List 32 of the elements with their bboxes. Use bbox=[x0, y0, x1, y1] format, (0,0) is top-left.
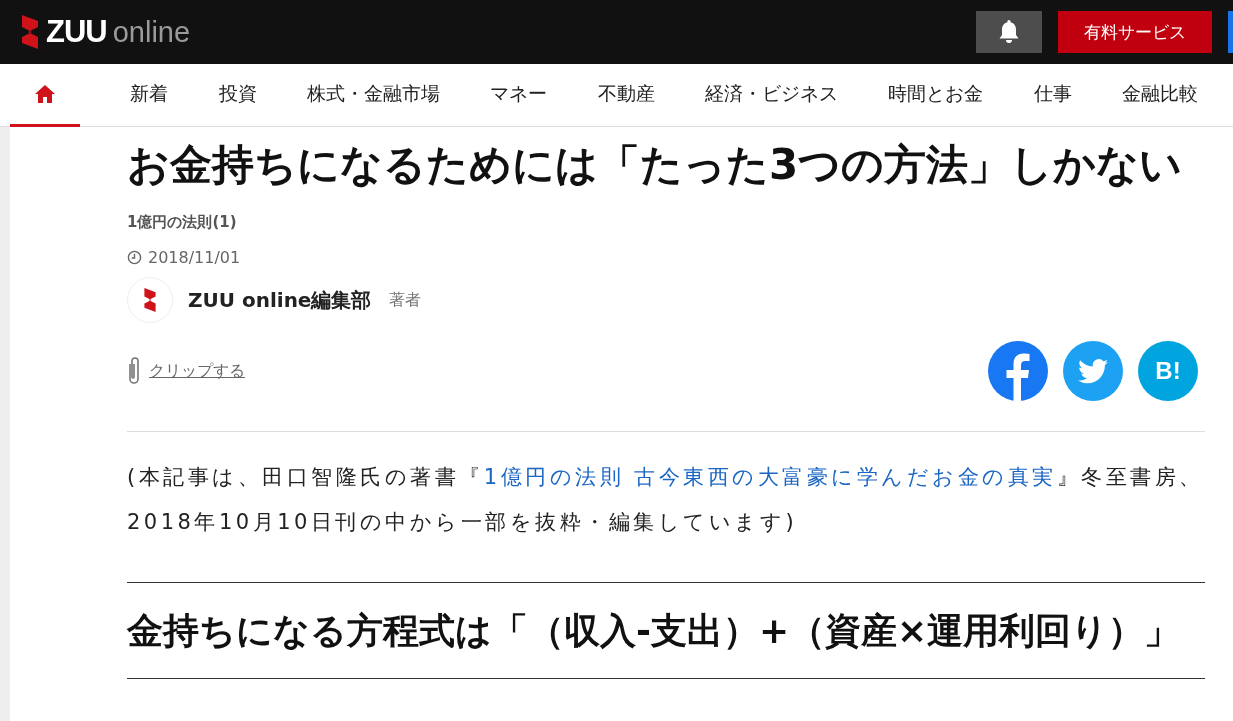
logo-text[interactable]: online bbox=[112, 15, 191, 49]
bell-icon bbox=[997, 19, 1021, 45]
series-name: 1億円の法則(1) bbox=[127, 213, 238, 232]
logo-text[interactable]: ZUU bbox=[46, 14, 107, 50]
facebook-icon bbox=[988, 341, 1048, 401]
intro-paragraph: (本記事は、田口智隆氏の著書『1億円の法則 古今東西の大富豪に学んだお金の真実』冬至書房、2018年10月10日刊の中から一部を抜粋・編集しています) bbox=[127, 464, 1205, 536]
nav-tab[interactable]: マネー bbox=[490, 64, 548, 127]
nav-tab[interactable]: 時間とお金 bbox=[888, 64, 984, 127]
facebook-share-button[interactable] bbox=[988, 341, 1048, 401]
nav-tab[interactable]: 金融比較 bbox=[1121, 64, 1198, 127]
notification-button[interactable] bbox=[976, 11, 1042, 53]
article-title: お金持ちになるためには「たった3つの方法」しかない bbox=[127, 139, 1184, 191]
author-role: 著者 bbox=[389, 289, 422, 311]
nav-tab[interactable]: 株式・金融市場 bbox=[307, 64, 440, 127]
nav-tab[interactable]: 経済・ビジネス bbox=[704, 64, 838, 127]
clip-link[interactable]: クリップする bbox=[149, 360, 245, 382]
nav-tab[interactable]: 不動産 bbox=[597, 64, 655, 127]
publish-date: 2018/11/01 bbox=[148, 248, 241, 267]
twitter-share-button[interactable] bbox=[1063, 341, 1123, 401]
paid-service-button[interactable]: 有料サービス bbox=[1058, 11, 1212, 53]
nav-tab[interactable]: 投資 bbox=[218, 64, 257, 127]
clock-icon bbox=[127, 250, 142, 265]
book-link[interactable]: 1億円の法則 古今東西の大富豪に学んだお金の真実 bbox=[483, 465, 1057, 489]
author-name[interactable]: ZUU online編集部 bbox=[188, 286, 372, 314]
home-icon bbox=[35, 85, 55, 103]
section-heading: 金持ちになる方程式は「（収入-支出）+（資産×運用利回り）」 bbox=[127, 609, 1182, 653]
bird-icon bbox=[1078, 358, 1108, 384]
nav-tab[interactable]: 新着 bbox=[130, 64, 169, 127]
logo-icon bbox=[20, 15, 40, 49]
nav-tab[interactable]: 仕事 bbox=[1033, 64, 1072, 127]
logo-icon bbox=[143, 288, 157, 312]
paperclip-icon bbox=[127, 356, 141, 386]
